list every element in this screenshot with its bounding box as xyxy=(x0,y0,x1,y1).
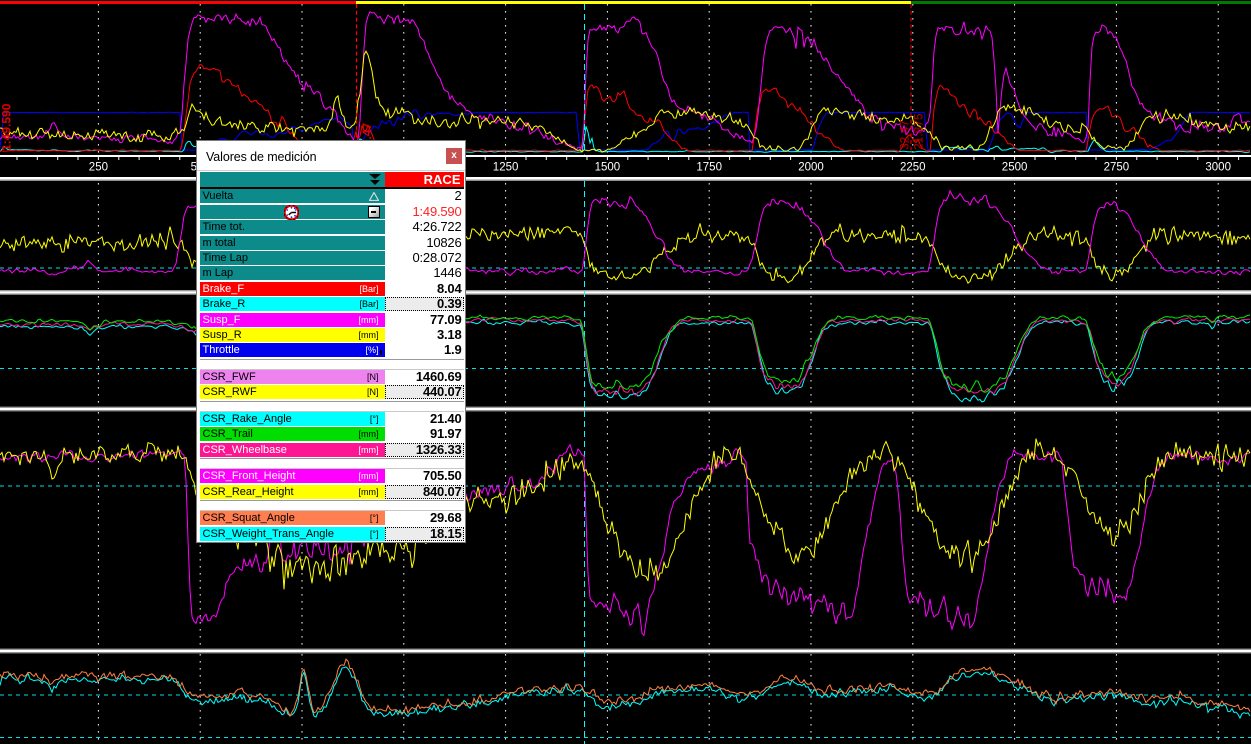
svg-text:1250: 1250 xyxy=(493,162,519,174)
svg-text:250: 250 xyxy=(89,162,108,174)
svg-text:1500: 1500 xyxy=(595,162,621,174)
svg-text:.47: .47 xyxy=(360,122,374,139)
svg-text:3000: 3000 xyxy=(1205,162,1231,174)
svg-text:21.875: 21.875 xyxy=(912,113,926,150)
svg-text:2250: 2250 xyxy=(900,162,926,174)
svg-text:32.47: 32.47 xyxy=(898,120,912,150)
svg-text:1750: 1750 xyxy=(696,162,722,174)
svg-text:2750: 2750 xyxy=(1104,162,1130,174)
svg-text:2000: 2000 xyxy=(798,162,824,174)
svg-text:2500: 2500 xyxy=(1002,162,1028,174)
svg-text:1:49.590: 1:49.590 xyxy=(0,103,14,151)
